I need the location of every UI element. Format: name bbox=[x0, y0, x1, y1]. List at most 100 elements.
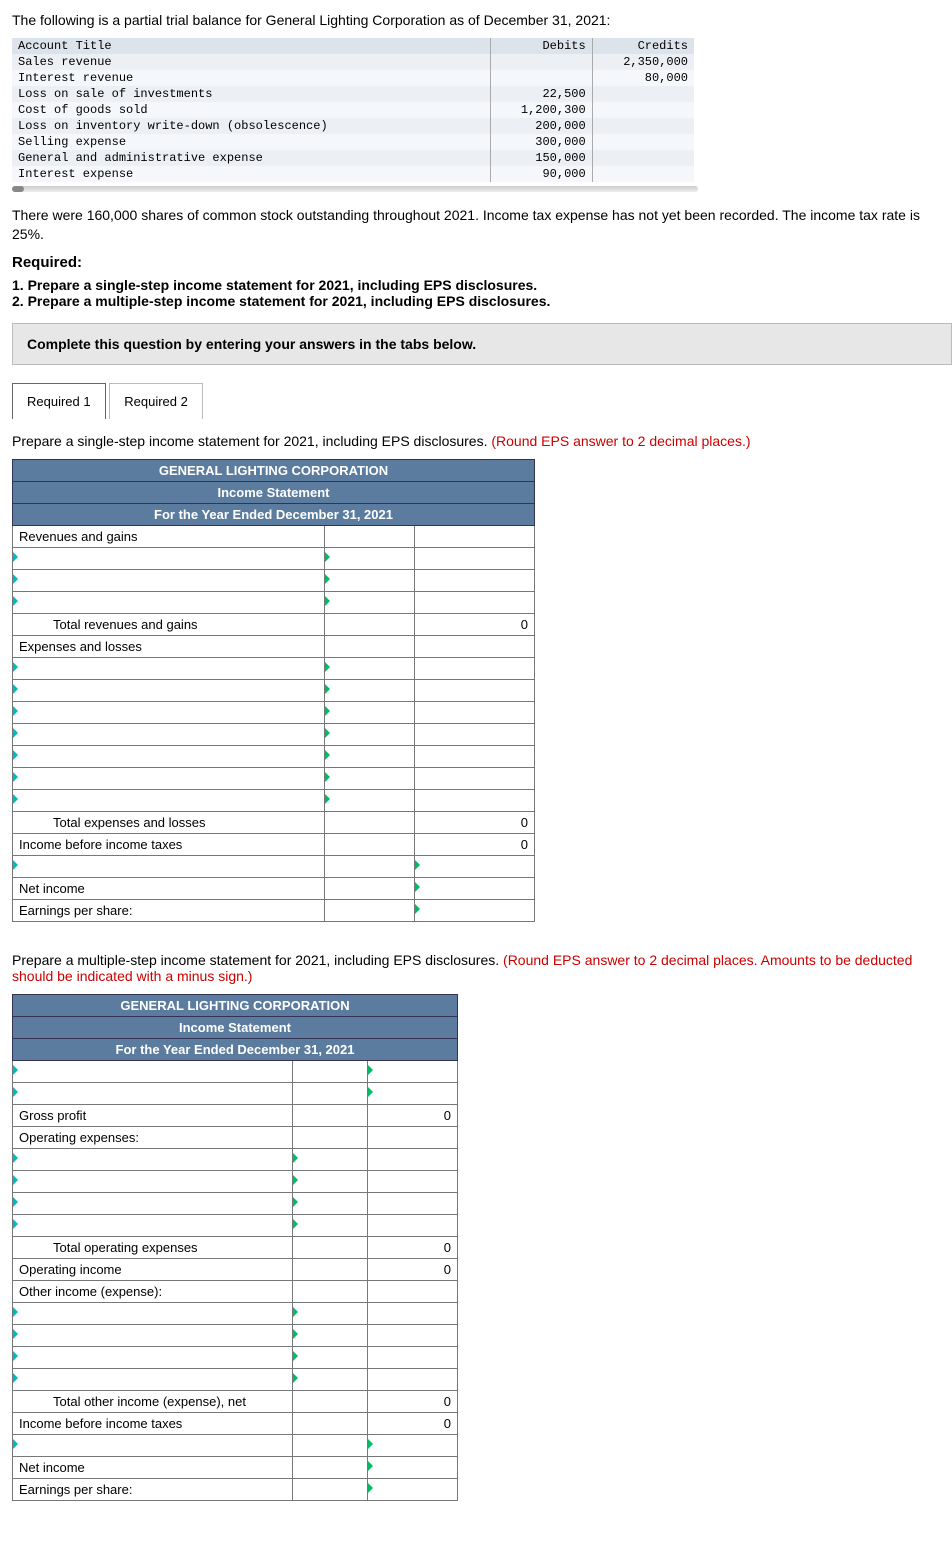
input-cell[interactable] bbox=[368, 1478, 458, 1500]
blank-cell bbox=[293, 1280, 368, 1302]
trial-balance-table: Account Title Debits Credits Sales reven… bbox=[12, 38, 694, 182]
tb-cell bbox=[490, 70, 592, 86]
instruction-bar: Complete this question by entering your … bbox=[12, 323, 952, 365]
input-cell[interactable] bbox=[293, 1346, 368, 1368]
tab-required-2[interactable]: Required 2 bbox=[109, 383, 203, 419]
requirement-2: 2. Prepare a multiple-step income statem… bbox=[12, 293, 940, 309]
dropdown-field[interactable] bbox=[13, 1214, 293, 1236]
tb-cell: 2,350,000 bbox=[592, 54, 694, 70]
total-exp-value: 0 bbox=[415, 811, 535, 833]
blank-cell bbox=[368, 1126, 458, 1148]
tb-cell bbox=[592, 86, 694, 102]
blank-cell bbox=[325, 811, 415, 833]
blank-cell bbox=[325, 855, 415, 877]
dropdown-field[interactable] bbox=[13, 591, 325, 613]
dropdown-field[interactable] bbox=[13, 701, 325, 723]
input-cell[interactable] bbox=[415, 899, 535, 921]
blank-cell bbox=[293, 1126, 368, 1148]
input-cell[interactable] bbox=[368, 1082, 458, 1104]
blank-cell bbox=[293, 1082, 368, 1104]
eps-label: Earnings per share: bbox=[13, 899, 325, 921]
tb-header-debits: Debits bbox=[490, 38, 592, 54]
paragraph-shares: There were 160,000 shares of common stoc… bbox=[12, 206, 940, 244]
eps-label: Earnings per share: bbox=[13, 1478, 293, 1500]
input-cell[interactable] bbox=[325, 767, 415, 789]
input-cell[interactable] bbox=[293, 1170, 368, 1192]
input-cell[interactable] bbox=[325, 657, 415, 679]
required-heading: Required: bbox=[12, 254, 940, 271]
tab-required-1[interactable]: Required 1 bbox=[12, 383, 106, 419]
total-rev-label: Total revenues and gains bbox=[13, 613, 325, 635]
blank-cell bbox=[325, 833, 415, 855]
input-cell[interactable] bbox=[325, 745, 415, 767]
dropdown-field[interactable] bbox=[13, 1346, 293, 1368]
tb-header-account: Account Title bbox=[12, 38, 490, 54]
blank-cell bbox=[368, 1302, 458, 1324]
dropdown-field[interactable] bbox=[13, 1302, 293, 1324]
input-cell[interactable] bbox=[293, 1214, 368, 1236]
tab-strip: Required 1 Required 2 bbox=[12, 383, 940, 419]
dropdown-field[interactable] bbox=[13, 547, 325, 569]
tb-cell: Interest expense bbox=[12, 166, 490, 182]
operating-income-value: 0 bbox=[368, 1258, 458, 1280]
tb-cell: Selling expense bbox=[12, 134, 490, 150]
dropdown-field[interactable] bbox=[13, 657, 325, 679]
dropdown-field[interactable] bbox=[13, 1324, 293, 1346]
dropdown-field[interactable] bbox=[13, 1082, 293, 1104]
total-other-label: Total other income (expense), net bbox=[13, 1390, 293, 1412]
tb-cell bbox=[592, 166, 694, 182]
dropdown-field[interactable] bbox=[13, 1170, 293, 1192]
opex-label: Operating expenses: bbox=[13, 1126, 293, 1148]
single-step-statement: GENERAL LIGHTING CORPORATION Income Stat… bbox=[12, 459, 535, 922]
input-cell[interactable] bbox=[293, 1148, 368, 1170]
tb-cell: Loss on inventory write-down (obsolescen… bbox=[12, 118, 490, 134]
input-cell[interactable] bbox=[293, 1368, 368, 1390]
dropdown-field[interactable] bbox=[13, 767, 325, 789]
dropdown-field[interactable] bbox=[13, 789, 325, 811]
input-cell[interactable] bbox=[325, 569, 415, 591]
horizontal-scroll-icon[interactable] bbox=[12, 186, 698, 192]
dropdown-field[interactable] bbox=[13, 569, 325, 591]
tb-cell bbox=[592, 134, 694, 150]
blank-cell bbox=[415, 657, 535, 679]
other-income-label: Other income (expense): bbox=[13, 1280, 293, 1302]
instruction-1: Prepare a single-step income statement f… bbox=[12, 433, 940, 449]
input-cell[interactable] bbox=[325, 701, 415, 723]
tb-cell bbox=[592, 150, 694, 166]
input-cell[interactable] bbox=[325, 547, 415, 569]
input-cell[interactable] bbox=[325, 723, 415, 745]
dropdown-field[interactable] bbox=[13, 855, 325, 877]
input-cell[interactable] bbox=[293, 1302, 368, 1324]
dropdown-field[interactable] bbox=[13, 723, 325, 745]
input-cell[interactable] bbox=[368, 1060, 458, 1082]
dropdown-field[interactable] bbox=[13, 1192, 293, 1214]
blank-cell bbox=[293, 1478, 368, 1500]
dropdown-field[interactable] bbox=[13, 1148, 293, 1170]
tb-cell: Interest revenue bbox=[12, 70, 490, 86]
dropdown-field[interactable] bbox=[13, 1368, 293, 1390]
net-income-label: Net income bbox=[13, 877, 325, 899]
blank-cell bbox=[415, 701, 535, 723]
input-cell[interactable] bbox=[325, 679, 415, 701]
blank-cell bbox=[325, 877, 415, 899]
input-cell[interactable] bbox=[293, 1192, 368, 1214]
blank-cell bbox=[415, 745, 535, 767]
dropdown-field[interactable] bbox=[13, 1434, 293, 1456]
input-cell[interactable] bbox=[368, 1434, 458, 1456]
tb-cell bbox=[592, 102, 694, 118]
blank-cell bbox=[415, 679, 535, 701]
input-cell[interactable] bbox=[325, 789, 415, 811]
dropdown-field[interactable] bbox=[13, 745, 325, 767]
blank-cell bbox=[293, 1390, 368, 1412]
stmt-header-period: For the Year Ended December 31, 2021 bbox=[13, 1038, 458, 1060]
input-cell[interactable] bbox=[415, 855, 535, 877]
tb-cell: 22,500 bbox=[490, 86, 592, 102]
tb-cell: 150,000 bbox=[490, 150, 592, 166]
dropdown-field[interactable] bbox=[13, 1060, 293, 1082]
input-cell[interactable] bbox=[368, 1456, 458, 1478]
dropdown-field[interactable] bbox=[13, 679, 325, 701]
input-cell[interactable] bbox=[325, 591, 415, 613]
blank-cell bbox=[415, 789, 535, 811]
input-cell[interactable] bbox=[415, 877, 535, 899]
input-cell[interactable] bbox=[293, 1324, 368, 1346]
